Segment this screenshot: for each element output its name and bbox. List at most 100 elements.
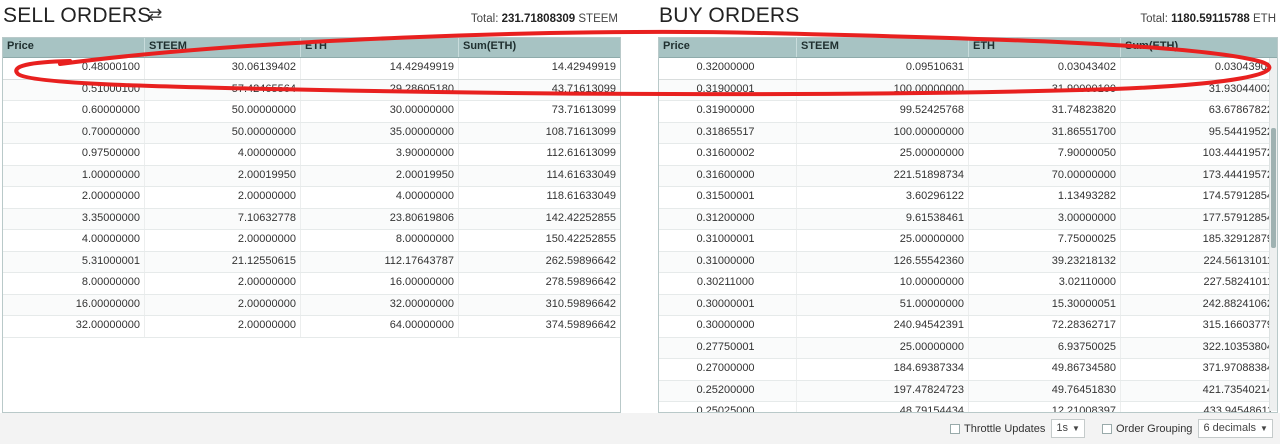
cell-sum-eth: 315.16603779 <box>1202 319 1273 331</box>
col-sum-eth-header[interactable]: Sum(ETH) <box>1121 38 1277 57</box>
col-price-header[interactable]: Price <box>3 38 145 57</box>
order-row[interactable]: 0.70000000 50.00000000 35.00000000 108.7161… <box>3 122 620 144</box>
cell-eth: 8.00000000 <box>301 230 459 251</box>
order-grouping-value: 6 decimals <box>1203 422 1257 434</box>
cell-eth: 23.80619806 <box>301 208 459 229</box>
cell-steem: 7.10632778 <box>145 208 301 229</box>
order-row[interactable]: 0.27000000 184.69387334 49.86734580 371.970… <box>659 359 1277 381</box>
cell-steem: 0.09510631 <box>797 58 969 79</box>
sell-table-header: Price STEEM ETH Sum(ETH) <box>3 38 620 58</box>
col-steem-header[interactable]: STEEM <box>797 38 969 57</box>
cell-steem: 30.06139402 <box>145 58 301 79</box>
cell-eth: 31.90000100 <box>969 79 1121 100</box>
throttle-interval-value: 1s <box>1056 422 1068 434</box>
cell-steem: 25.00000000 <box>797 337 969 358</box>
order-grouping-select[interactable]: 6 decimals ▼ <box>1198 419 1273 438</box>
cell-sum-eth: 31.93044002 <box>1208 82 1273 95</box>
buy-orders-header: BUY ORDERS Total: 1180.59115788 ETH <box>656 0 1280 38</box>
buy-orders-title: BUY ORDERS <box>659 4 800 27</box>
cell-eth: 32.00000000 <box>301 294 459 315</box>
cell-steem: 126.55542360 <box>797 251 969 272</box>
cell-eth: 1.13493282 <box>969 187 1121 208</box>
order-row[interactable]: 8.00000000 2.00000000 16.00000000 278.59896… <box>3 273 620 295</box>
cell-eth: 29.28605180 <box>301 79 459 100</box>
order-grouping-label: Order Grouping <box>1116 422 1193 435</box>
cell-sum-eth: 242.88241062 <box>1202 297 1273 310</box>
cell-sum-eth: 103.44419572 <box>1202 147 1273 159</box>
col-eth-header[interactable]: ETH <box>969 38 1121 57</box>
col-sum-eth-header[interactable]: Sum(ETH) <box>459 38 620 57</box>
cell-steem: 2.00000000 <box>145 187 301 208</box>
col-eth-header[interactable]: ETH <box>301 38 459 57</box>
cell-price: 0.31600000 <box>659 165 797 186</box>
cell-price: 0.48000100 <box>3 58 145 79</box>
order-row[interactable]: 0.97500000 4.00000000 3.90000000 112.616130… <box>3 144 620 166</box>
cell-eth: 31.74823820 <box>969 101 1121 122</box>
cell-steem: 25.00000000 <box>797 144 969 165</box>
order-row[interactable]: 16.00000000 2.00000000 32.00000000 310.5989… <box>3 294 620 316</box>
cell-price: 0.31200000 <box>659 208 797 229</box>
order-row[interactable]: 0.31600002 25.00000000 7.90000050 103.44419… <box>659 144 1277 166</box>
cell-sum-eth: 142.42252855 <box>545 211 616 224</box>
cell-sum-eth: 174.57912854 <box>1202 190 1273 202</box>
order-row[interactable]: 0.31900000 99.52425768 31.74823820 63.67867… <box>659 101 1277 123</box>
buy-table-header: Price STEEM ETH Sum(ETH) <box>659 38 1277 58</box>
order-row[interactable]: 0.31200000 9.61538461 3.00000000 177.579128… <box>659 208 1277 230</box>
cell-steem: 9.61538461 <box>797 208 969 229</box>
throttle-interval-select[interactable]: 1s ▼ <box>1051 419 1085 438</box>
cell-price: 0.70000000 <box>3 122 145 143</box>
order-row[interactable]: 0.25200000 197.47824723 49.76451830 421.735… <box>659 380 1277 402</box>
order-row[interactable]: 0.31500001 3.60296122 1.13493282 174.579128… <box>659 187 1277 209</box>
cell-sum-eth: 150.42252855 <box>545 233 616 245</box>
cell-sum-eth: 374.59896642 <box>545 319 616 331</box>
cell-steem: 48.79154434 <box>797 402 969 412</box>
order-row[interactable]: 0.51000100 57.42465564 29.28605180 43.71613… <box>3 79 620 101</box>
cell-sum-eth: 262.59896642 <box>545 254 616 267</box>
cell-eth: 7.90000050 <box>969 144 1121 165</box>
sell-total-label: Total: <box>470 13 499 25</box>
order-row[interactable]: 0.31000001 25.00000000 7.75000025 185.32912… <box>659 230 1277 252</box>
cell-steem: 197.47824723 <box>797 380 969 401</box>
cell-steem: 240.94542391 <box>797 316 969 337</box>
cell-price: 2.00000000 <box>3 187 145 208</box>
order-row[interactable]: 0.25025000 48.79154434 12.21008397 433.9454… <box>659 402 1277 412</box>
buy-orders-table: Price STEEM ETH Sum(ETH) 0.32000000 0.095… <box>658 37 1278 413</box>
order-row[interactable]: 0.48000100 30.06139402 14.42949919 14.42949… <box>3 58 620 80</box>
order-row[interactable]: 4.00000000 2.00000000 8.00000000 150.422528… <box>3 230 620 252</box>
order-row[interactable]: 2.00000000 2.00000000 4.00000000 118.616330… <box>3 187 620 209</box>
order-row[interactable]: 0.31600000 221.51898734 70.00000000 173.444… <box>659 165 1277 187</box>
order-row[interactable]: 0.30000000 240.94542391 72.28362717 315.166… <box>659 316 1277 338</box>
buy-total-unit: ETH <box>1253 13 1276 25</box>
cell-steem: 100.00000000 <box>797 79 969 100</box>
cell-price: 0.31900000 <box>659 101 797 122</box>
order-row[interactable]: 5.31000001 21.12550615 112.17643787 262.598… <box>3 251 620 273</box>
cell-sum-eth: 227.58241011 <box>1203 276 1273 288</box>
order-row[interactable]: 0.30211000 10.00000000 3.02110000 227.58241… <box>659 273 1277 295</box>
order-row[interactable]: 0.31000000 126.55542360 39.23218132 224.561… <box>659 251 1277 273</box>
buy-table-scrollbar[interactable] <box>1269 58 1277 411</box>
cell-eth: 14.42949919 <box>301 58 459 79</box>
order-row[interactable]: 0.31900001 100.00000000 31.90000100 31.9304… <box>659 79 1277 101</box>
order-row[interactable]: 0.32000000 0.09510631 0.03043402 0.03043902 <box>659 58 1277 80</box>
order-row[interactable]: 32.00000000 2.00000000 64.00000000 374.5989… <box>3 316 620 338</box>
cell-eth: 3.02110000 <box>969 273 1121 294</box>
cell-eth: 35.00000000 <box>301 122 459 143</box>
order-grouping-control: Order Grouping 6 decimals ▼ <box>1102 419 1273 438</box>
order-row[interactable]: 0.60000000 50.00000000 30.00000000 73.71613… <box>3 101 620 123</box>
col-steem-header[interactable]: STEEM <box>145 38 301 57</box>
order-row[interactable]: 0.31865517 100.00000000 31.86551700 95.5441… <box>659 122 1277 144</box>
scroll-thumb[interactable] <box>1271 128 1276 248</box>
chevron-down-icon: ▼ <box>1260 424 1268 433</box>
throttle-updates-checkbox[interactable] <box>950 423 960 434</box>
order-grouping-checkbox[interactable] <box>1102 423 1112 434</box>
cell-eth: 0.03043402 <box>969 58 1121 79</box>
order-row[interactable]: 0.27750001 25.00000000 6.93750025 322.10353… <box>659 337 1277 359</box>
order-row[interactable]: 3.35000000 7.10632778 23.80619806 142.42252… <box>3 208 620 230</box>
cell-sum-eth: 0.03043902 <box>1214 61 1273 73</box>
swap-icon[interactable]: ⇄ <box>148 5 162 25</box>
order-row[interactable]: 0.30000001 51.00000000 15.30000051 242.8824… <box>659 294 1277 316</box>
order-row[interactable]: 1.00000000 2.00019950 2.00019950 114.616330… <box>3 165 620 187</box>
col-price-header[interactable]: Price <box>659 38 797 57</box>
cell-sum-eth: 95.54419522 <box>1208 125 1273 138</box>
cell-price: 0.30211000 <box>659 273 797 294</box>
